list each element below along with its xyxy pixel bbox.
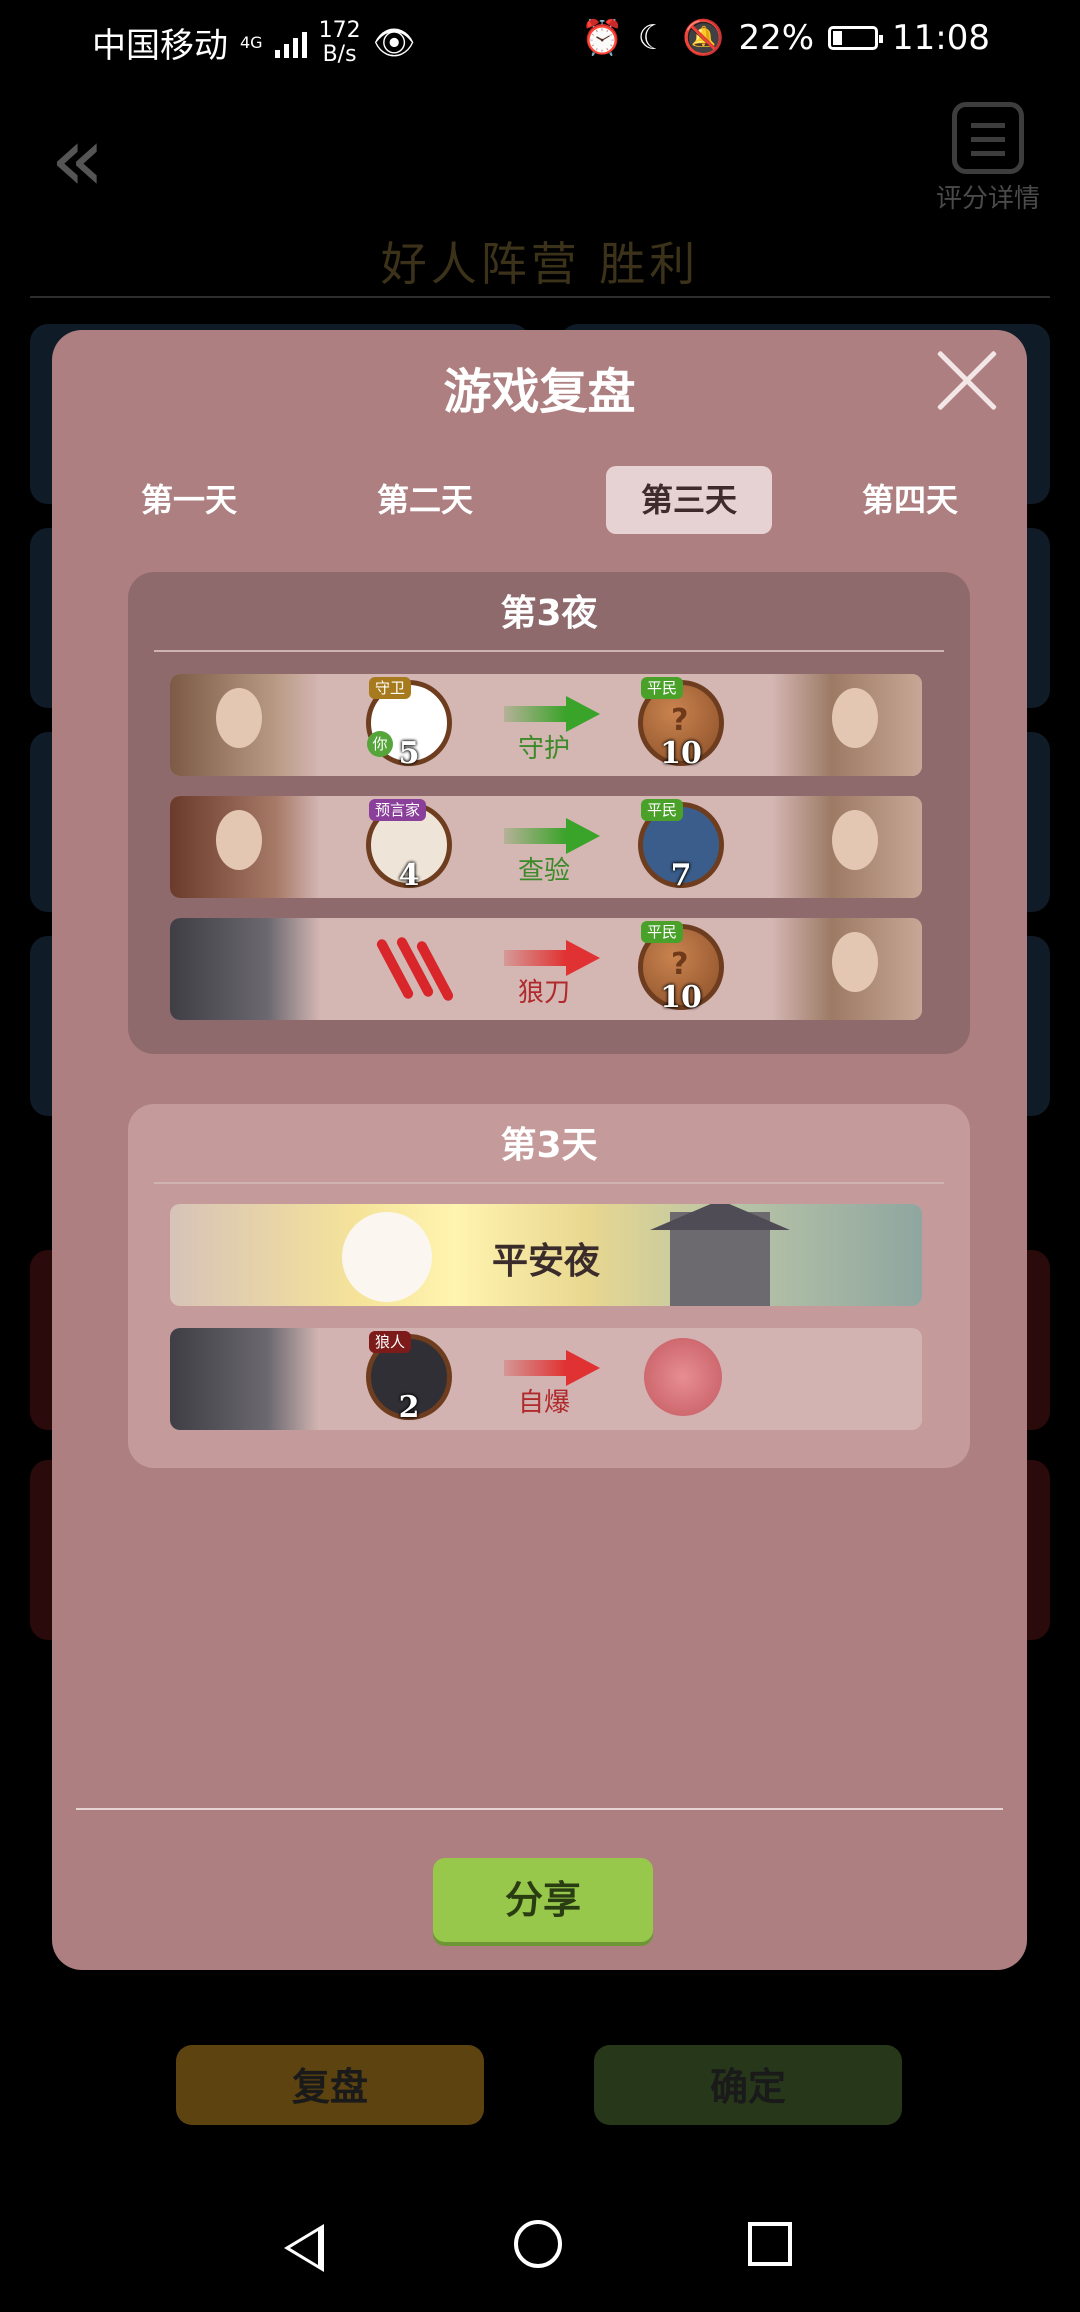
arrow-right-icon (504, 696, 600, 732)
status-bar: 中国移动 4G 172 B/s 👁 ⏰ ☾ 🔕 22% 11:08 (0, 0, 1080, 80)
role-tag: 狼人 (369, 1331, 412, 1353)
werewolf-portrait (170, 1328, 320, 1430)
modal-title: 游戏复盘 (443, 364, 636, 420)
player-avatar: 预言家 4 (366, 799, 452, 893)
moon-icon: ☾ (637, 18, 669, 58)
day-tabs: 第一天 第二天 第三天 第四天 (52, 466, 1027, 536)
seer-portrait (170, 796, 320, 898)
action-label: 守护 (517, 734, 570, 764)
player-avatar: 平民 7 (638, 799, 724, 893)
carrier-name: 中国移动 (92, 26, 228, 66)
battery-fill (833, 31, 843, 45)
nav-recents-icon[interactable] (748, 2222, 792, 2266)
share-button[interactable]: 分享 (433, 1858, 653, 1942)
role-tag: 平民 (641, 799, 684, 821)
close-icon[interactable] (935, 348, 999, 412)
result-title: 好人阵营 胜利 (380, 237, 700, 291)
tab-day-2[interactable]: 第二天 (342, 466, 508, 534)
score-detail-label: 评分详情 (935, 184, 1040, 214)
player-avatar: 守卫 你 5 (366, 677, 452, 771)
back-chevron-icon[interactable]: « (50, 115, 120, 205)
player-number: 7 (670, 858, 692, 893)
nav-home-icon[interactable] (514, 2220, 562, 2268)
clock: 11:08 (892, 18, 990, 58)
night-action-row: 守卫 你 5 守护 ? 平民 10 (170, 674, 922, 776)
player-number: 5 (398, 736, 420, 771)
role-tag: 预言家 (369, 799, 427, 821)
net-speed: 172 B/s (318, 17, 361, 67)
network-type: 4G (240, 33, 263, 52)
player-number: 10 (660, 736, 702, 771)
action-label: 狼刀 (517, 978, 570, 1008)
player-avatar: 狼人 2 (366, 1331, 452, 1425)
day-action-row: 狼人 2 自爆 (170, 1328, 922, 1430)
nav-back-icon[interactable] (284, 2224, 324, 2272)
tab-day-4[interactable]: 第四天 (862, 466, 972, 534)
battery-icon (828, 26, 884, 50)
status-right: ⏰ ☾ 🔕 22% 11:08 (581, 18, 990, 58)
status-left: 中国移动 4G 172 B/s 👁 (92, 18, 416, 67)
night-action-row: 狼刀 ? 平民 10 (170, 918, 922, 1020)
divider (76, 1808, 1003, 1810)
net-speed-value: 172 (318, 17, 361, 43)
eye-icon: 👁 (372, 22, 416, 63)
villager-portrait (772, 674, 922, 776)
role-tag: 守卫 (369, 677, 412, 699)
action-label: 自爆 (517, 1388, 570, 1418)
player-avatar: ? 平民 10 (638, 921, 724, 1015)
arrow-right-icon (504, 818, 600, 854)
player-number: 2 (398, 1390, 420, 1425)
night-section: 第3夜 守卫 你 5 守护 ? 平民 10 预言家 4 查验 平民 7 狼刀 ?… (128, 572, 970, 1054)
alarm-icon: ⏰ (581, 18, 624, 58)
player-number: 4 (398, 858, 420, 893)
day-title: 第3天 (500, 1125, 598, 1166)
peace-text: 平安夜 (491, 1241, 600, 1282)
tab-day-1[interactable]: 第一天 (106, 466, 272, 534)
explosion-icon (644, 1338, 722, 1416)
day-section: 第3天 平安夜 狼人 2 自爆 (128, 1104, 970, 1468)
divider (154, 650, 944, 652)
arrow-right-icon (504, 1350, 600, 1386)
signal-icon (274, 28, 307, 58)
arrow-right-icon (504, 940, 600, 976)
peaceful-night-banner: 平安夜 (170, 1204, 922, 1306)
villager-portrait (772, 918, 922, 1020)
villager-portrait (772, 796, 922, 898)
divider (30, 296, 1050, 298)
werewolf-portrait (170, 918, 320, 1020)
player-avatar: ? 平民 10 (638, 677, 724, 771)
system-nav-bar (0, 2186, 1080, 2312)
night-action-row: 预言家 4 查验 平民 7 (170, 796, 922, 898)
tab-day-3[interactable]: 第三天 (606, 466, 772, 534)
list-icon (951, 102, 1024, 174)
claw-icon (375, 930, 456, 1008)
confirm-button[interactable]: 确定 (594, 2045, 902, 2125)
guard-portrait (170, 674, 320, 776)
battery-percent: 22% (738, 18, 815, 58)
net-speed-unit: B/s (322, 41, 357, 67)
player-number: 10 (660, 980, 702, 1015)
divider (154, 1182, 944, 1184)
night-title: 第3夜 (500, 593, 598, 634)
game-review-modal: 游戏复盘 第一天 第二天 第三天 第四天 第3夜 守卫 你 5 守护 ? 平民 … (52, 330, 1027, 1970)
action-label: 查验 (517, 856, 570, 886)
role-tag: 平民 (641, 677, 684, 699)
score-detail-button[interactable]: 评分详情 (936, 102, 1040, 215)
bell-off-icon: 🔕 (682, 18, 725, 58)
role-tag: 平民 (641, 921, 684, 943)
review-button[interactable]: 复盘 (176, 2045, 484, 2125)
